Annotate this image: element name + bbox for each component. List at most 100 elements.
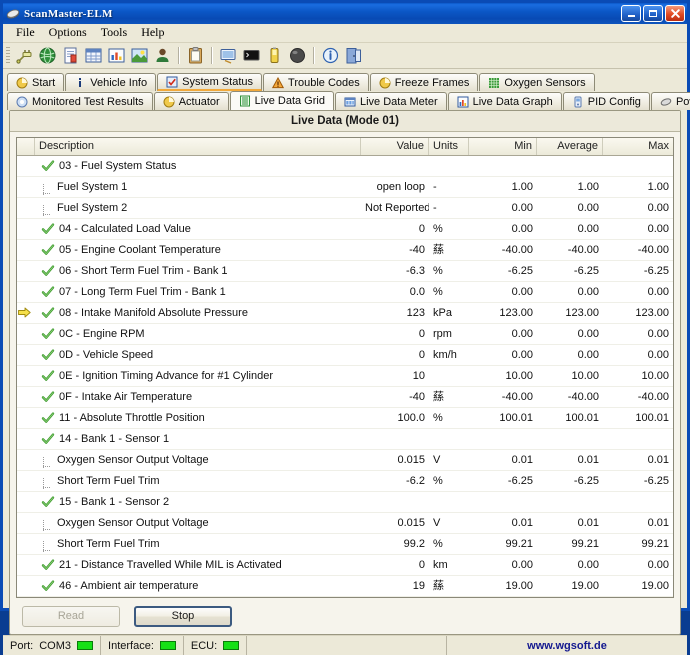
row-status-check xyxy=(41,243,55,257)
row-description-cell: Short Term Fuel Trim xyxy=(35,534,361,554)
grid-header-description[interactable]: Description xyxy=(35,138,361,155)
menu-help[interactable]: Help xyxy=(134,24,171,42)
graph-icon xyxy=(457,96,469,108)
row-description-cell: 0C - Engine RPM xyxy=(35,324,361,344)
grid-header-min[interactable]: Min xyxy=(469,138,537,155)
row-description: Fuel System 2 xyxy=(57,198,127,218)
row-max-cell: -6.25 xyxy=(603,261,673,281)
grid-header-average[interactable]: Average xyxy=(537,138,603,155)
table-row[interactable]: 0E - Ignition Timing Advance for #1 Cyli… xyxy=(17,366,673,387)
table-row[interactable]: 0C - Engine RPM0rpm0.000.000.00 xyxy=(17,324,673,345)
minimize-button[interactable] xyxy=(621,5,641,22)
toolbar-grip[interactable] xyxy=(6,47,10,64)
table-row[interactable]: Oxygen Sensor Output Voltage0.015V0.010.… xyxy=(17,513,673,534)
image-icon[interactable] xyxy=(129,45,150,66)
close-button[interactable] xyxy=(665,5,685,22)
row-gutter xyxy=(17,177,35,197)
tab-freeze-frames[interactable]: Freeze Frames xyxy=(370,73,479,91)
console-icon[interactable] xyxy=(241,45,262,66)
table-row[interactable]: Short Term Fuel Trim99.2%99.2199.2199.21 xyxy=(17,534,673,555)
row-max-cell xyxy=(603,429,673,449)
row-units-cell xyxy=(429,429,469,449)
row-average-cell: 99.21 xyxy=(537,534,603,554)
table-row[interactable]: 04 - Calculated Load Value0%0.000.000.00 xyxy=(17,219,673,240)
row-gutter xyxy=(17,471,35,491)
grid-header-value[interactable]: Value xyxy=(361,138,429,155)
check-icon xyxy=(41,495,55,509)
table-row[interactable]: 06 - Short Term Fuel Trim - Bank 1-6.3%-… xyxy=(17,261,673,282)
tab-system-status[interactable]: System Status xyxy=(157,73,262,91)
tab-power[interactable]: Power xyxy=(651,92,690,110)
title-bar: ScanMaster-ELM xyxy=(3,3,687,24)
row-status-check xyxy=(41,579,55,593)
status-website-link[interactable]: www.wgsoft.de xyxy=(447,640,687,652)
sphere-icon[interactable] xyxy=(287,45,308,66)
user-icon[interactable] xyxy=(152,45,173,66)
tab-live-data-grid[interactable]: Live Data Grid xyxy=(230,91,334,110)
monitor-icon[interactable] xyxy=(218,45,239,66)
table-row[interactable]: Fuel System 1open loop-1.001.001.00 xyxy=(17,177,673,198)
grid-header-row: Description Value Units Min Average Max xyxy=(17,138,673,156)
row-average-cell xyxy=(537,492,603,512)
table-row[interactable]: Fuel System 2Not Reported-0.000.000.00 xyxy=(17,198,673,219)
row-status-check xyxy=(41,222,55,236)
exit-icon[interactable] xyxy=(343,45,364,66)
row-gutter xyxy=(17,534,35,554)
row-max-cell: 0.00 xyxy=(603,219,673,239)
menu-options[interactable]: Options xyxy=(42,24,94,42)
tab-trouble-codes[interactable]: Trouble Codes xyxy=(263,73,369,91)
battery-icon[interactable] xyxy=(264,45,285,66)
read-button[interactable]: Read xyxy=(22,606,120,627)
table-icon[interactable] xyxy=(83,45,104,66)
table-row[interactable]: 08 - Intake Manifold Absolute Pressure12… xyxy=(17,303,673,324)
tab-start[interactable]: Start xyxy=(7,73,64,91)
row-average-cell: 19.00 xyxy=(537,576,603,596)
tab-label: Power xyxy=(676,96,690,108)
table-row[interactable]: Oxygen Sensor Output Voltage0.015V0.010.… xyxy=(17,450,673,471)
table-row[interactable]: 21 - Distance Travelled While MIL is Act… xyxy=(17,555,673,576)
globe-icon[interactable] xyxy=(37,45,58,66)
grid-header-max[interactable]: Max xyxy=(603,138,673,155)
document-icon[interactable] xyxy=(60,45,81,66)
table-row[interactable]: 46 - Ambient air temperature19蕬19.0019.0… xyxy=(17,576,673,597)
table-row[interactable]: 07 - Long Term Fuel Trim - Bank 10.0%0.0… xyxy=(17,282,673,303)
table-row[interactable]: Short Term Fuel Trim-6.2%-6.25-6.25-6.25 xyxy=(17,471,673,492)
grid-header-units[interactable]: Units xyxy=(429,138,469,155)
clipboard-icon[interactable] xyxy=(185,45,206,66)
toolbar xyxy=(3,43,687,69)
tab-oxygen-sensors[interactable]: Oxygen Sensors xyxy=(479,73,594,91)
row-gutter xyxy=(17,555,35,575)
ecu-led-icon xyxy=(223,641,239,650)
table-row[interactable]: 11 - Absolute Throttle Position100.0%100… xyxy=(17,408,673,429)
info-icon[interactable] xyxy=(320,45,341,66)
stop-button[interactable]: Stop xyxy=(134,606,232,627)
row-description: Fuel System 1 xyxy=(57,177,127,197)
table-row[interactable]: 15 - Bank 1 - Sensor 2 xyxy=(17,492,673,513)
chart-icon[interactable] xyxy=(106,45,127,66)
row-max-cell: 99.21 xyxy=(603,534,673,554)
menu-tools[interactable]: Tools xyxy=(94,24,135,42)
table-row[interactable]: 05 - Engine Coolant Temperature-40蕬-40.0… xyxy=(17,240,673,261)
tab-pid-config[interactable]: PID Config xyxy=(563,92,650,110)
tab-actuator[interactable]: Actuator xyxy=(154,92,229,110)
tab-monitored-test-results[interactable]: Monitored Test Results xyxy=(7,92,153,110)
row-description: 06 - Short Term Fuel Trim - Bank 1 xyxy=(59,261,228,281)
table-row[interactable]: 03 - Fuel System Status xyxy=(17,156,673,177)
menu-file[interactable]: File xyxy=(9,24,42,42)
row-description-cell: 0F - Intake Air Temperature xyxy=(35,387,361,407)
connect-icon[interactable] xyxy=(14,45,35,66)
tab-label: Live Data Grid xyxy=(255,95,325,107)
tab-vehicle-info[interactable]: Vehicle Info xyxy=(65,73,156,91)
row-min-cell xyxy=(469,156,537,176)
power-icon xyxy=(660,96,672,108)
row-average-cell: 0.01 xyxy=(537,513,603,533)
table-row[interactable]: 0D - Vehicle Speed0km/h0.000.000.00 xyxy=(17,345,673,366)
row-description-cell: Fuel System 1 xyxy=(35,177,361,197)
row-description: 0F - Intake Air Temperature xyxy=(59,387,192,407)
table-row[interactable]: 14 - Bank 1 - Sensor 1 xyxy=(17,429,673,450)
tab-live-data-meter[interactable]: Live Data Meter xyxy=(335,92,447,110)
tab-live-data-graph[interactable]: Live Data Graph xyxy=(448,92,562,110)
table-row[interactable]: 0F - Intake Air Temperature-40蕬-40.00-40… xyxy=(17,387,673,408)
maximize-icon xyxy=(649,10,657,17)
maximize-button[interactable] xyxy=(643,5,663,22)
